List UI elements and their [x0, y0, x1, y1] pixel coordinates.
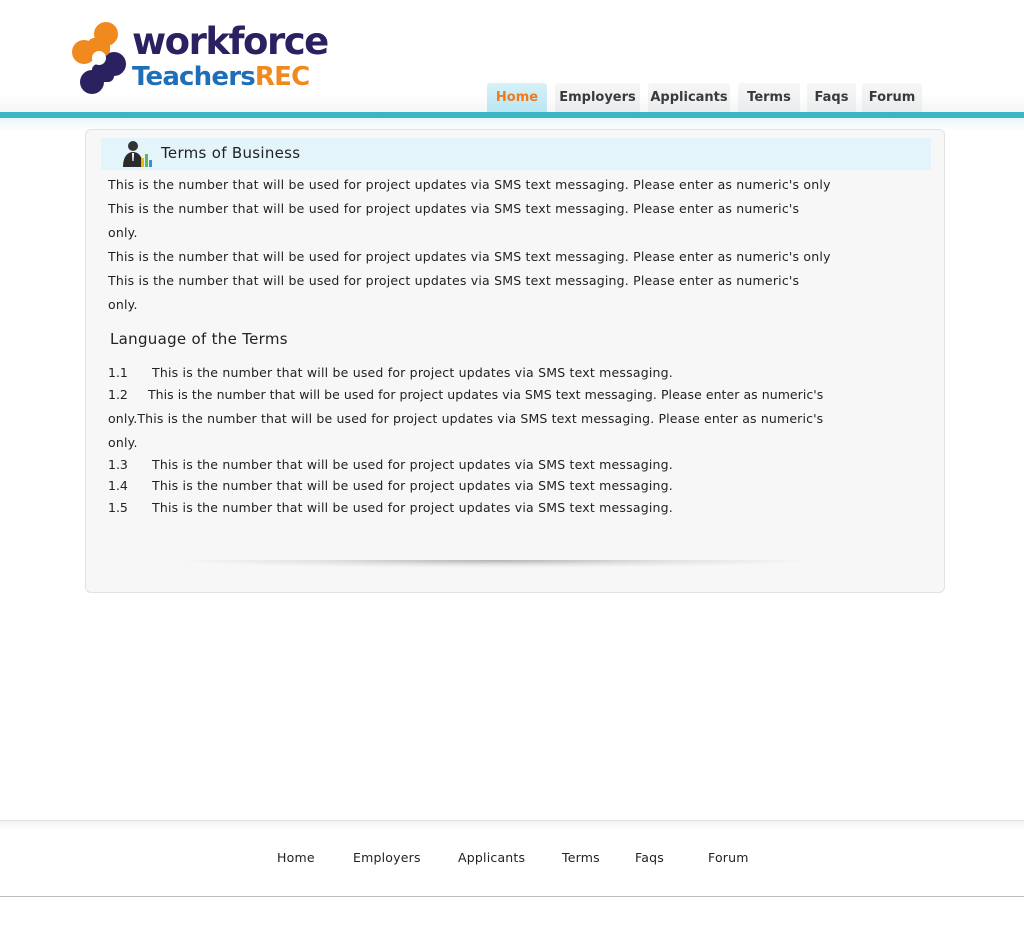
clause-text: This is the number that will be used for… — [152, 500, 673, 515]
paragraph-4-cont: only. — [108, 297, 138, 312]
clause-number: 1.3 — [108, 457, 128, 472]
clause-number: 1.1 — [108, 365, 128, 380]
clause-text: This is the number that will be used for… — [152, 457, 673, 472]
nav-faqs[interactable]: Faqs — [807, 83, 856, 112]
page-title: Terms of Business — [161, 144, 301, 162]
footer-link-forum[interactable]: Forum — [708, 850, 749, 866]
logo-wordmark-teachersrec: TeachersREC — [132, 60, 310, 94]
paragraph-1: This is the number that will be used for… — [108, 177, 831, 192]
businessman-chart-icon — [123, 141, 152, 167]
nav-forum[interactable]: Forum — [862, 83, 922, 112]
nav-home[interactable]: Home — [487, 83, 547, 112]
clause-text-cont: only.This is the number that will be use… — [108, 411, 824, 426]
nav-applicants[interactable]: Applicants — [648, 83, 730, 112]
clause-number: 1.2 — [108, 387, 128, 402]
clause-text: This is the number that will be used for… — [152, 478, 673, 493]
logo-wordmark-workforce: workforce — [132, 20, 329, 63]
footer-link-employers[interactable]: Employers — [353, 850, 421, 866]
content-panel — [85, 129, 945, 593]
section-heading: Language of the Terms — [110, 330, 288, 348]
clause-text: This is the number that will be used for… — [152, 365, 673, 380]
clause-text: This is the number that will be used for… — [148, 387, 824, 402]
nav-terms[interactable]: Terms — [738, 83, 800, 112]
paragraph-2-cont: only. — [108, 225, 138, 240]
footer-link-faqs[interactable]: Faqs — [635, 850, 664, 866]
logo-teachers: Teachers — [132, 62, 256, 92]
clause-number: 1.4 — [108, 478, 128, 493]
footer-link-home[interactable]: Home — [277, 850, 315, 866]
logo-mark-icon — [72, 22, 126, 94]
clause-text-cont: only. — [108, 435, 138, 450]
nav-employers[interactable]: Employers — [555, 83, 640, 112]
divider-shadow — [170, 560, 820, 568]
logo-rec: REC — [254, 62, 310, 92]
paragraph-2: This is the number that will be used for… — [108, 201, 800, 216]
clause-number: 1.5 — [108, 500, 128, 515]
footer-link-terms[interactable]: Terms — [562, 850, 600, 866]
paragraph-3: This is the number that will be used for… — [108, 249, 831, 264]
footer-link-applicants[interactable]: Applicants — [458, 850, 525, 866]
paragraph-4: This is the number that will be used for… — [108, 273, 800, 288]
site-logo[interactable]: workforce TeachersREC — [66, 18, 329, 100]
